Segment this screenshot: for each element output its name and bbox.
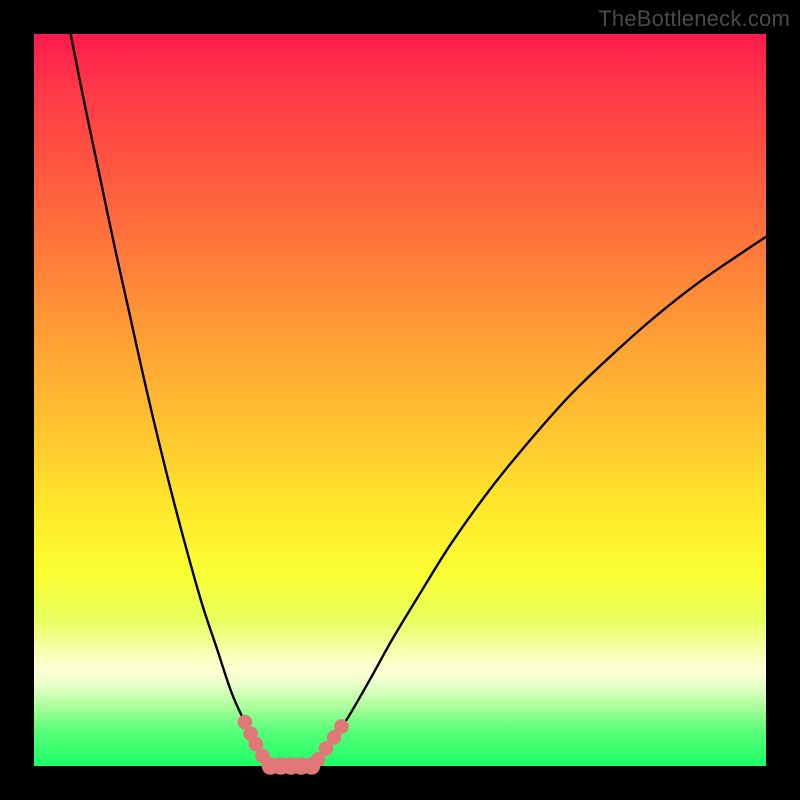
marker-group	[238, 715, 349, 775]
chart-frame: TheBottleneck.com	[0, 0, 800, 800]
curve-right-path	[312, 237, 766, 766]
marker-right-3	[334, 719, 349, 734]
curve-left-path	[71, 34, 269, 766]
curves-svg	[34, 34, 766, 766]
plot-area	[34, 34, 766, 766]
marker-floor-4	[303, 757, 321, 775]
watermark-text: TheBottleneck.com	[598, 6, 790, 32]
